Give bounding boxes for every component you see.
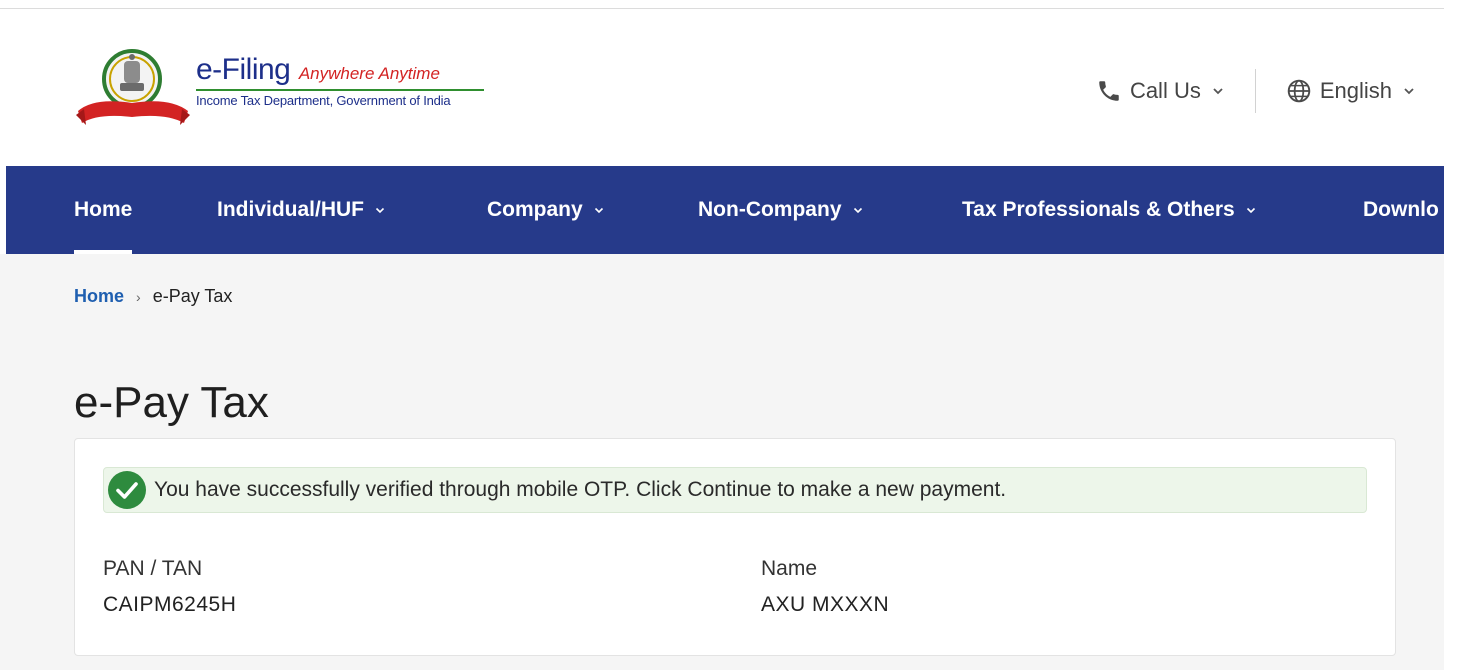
header-divider	[1254, 69, 1256, 113]
main-nav: Home Individual/HUF Company Non-Company …	[6, 166, 1444, 254]
chevron-down-icon	[853, 207, 862, 214]
nav-item-non-company[interactable]: Non-Company	[698, 166, 864, 254]
verification-card: You have successfully verified through m…	[74, 438, 1396, 656]
phone-icon	[1099, 81, 1119, 101]
nav-item-label: Home	[74, 198, 133, 221]
pan-tan-label: PAN / TAN	[103, 557, 203, 580]
chevron-down-icon	[594, 207, 603, 214]
site-logo[interactable]: e-Filing Anywhere Anytime Income Tax Dep…	[74, 45, 494, 129]
nav-item-label: Downlo	[1363, 198, 1439, 221]
brand-subtitle: Income Tax Department, Government of Ind…	[196, 93, 451, 108]
nav-item-home[interactable]: Home	[74, 166, 133, 254]
nav-item-downloads[interactable]: Downlo	[1363, 166, 1439, 254]
nav-item-company[interactable]: Company	[487, 166, 605, 254]
name-value: AXU MXXXN	[761, 593, 890, 616]
page: e-Filing Anywhere Anytime Income Tax Dep…	[0, 0, 1459, 670]
page-title: e-Pay Tax	[74, 378, 269, 427]
breadcrumb-home-link[interactable]: Home	[74, 286, 124, 307]
success-message: You have successfully verified through m…	[154, 478, 1007, 501]
success-alert: You have successfully verified through m…	[103, 467, 1367, 513]
nav-item-label: Tax Professionals & Others	[962, 198, 1235, 221]
nav-item-label: Company	[487, 198, 583, 221]
globe-icon	[1287, 79, 1311, 103]
chevron-right-icon: ›	[136, 288, 141, 305]
chevron-down-icon	[375, 207, 385, 214]
chevron-down-icon	[1246, 207, 1255, 214]
brand-underline	[196, 89, 484, 91]
pan-tan-field: PAN / TAN CAIPM6245H	[103, 557, 236, 617]
brand-block: e-Filing Anywhere Anytime Income Tax Dep…	[196, 53, 484, 108]
call-us-button[interactable]: Call Us	[1096, 78, 1225, 104]
language-selector[interactable]: English	[1286, 78, 1416, 104]
nav-item-individual-huf[interactable]: Individual/HUF	[217, 166, 386, 254]
call-us-label: Call Us	[1129, 78, 1201, 103]
name-field: Name AXU MXXXN	[761, 557, 889, 617]
income-tax-emblem-icon	[76, 49, 190, 125]
breadcrumb-current: e-Pay Tax	[152, 286, 233, 306]
nav-item-label: Non-Company	[698, 198, 842, 221]
language-label: English	[1319, 78, 1392, 103]
brand-name: e-Filing	[196, 53, 291, 86]
nav-item-tax-professionals[interactable]: Tax Professionals & Others	[962, 166, 1257, 254]
name-label: Name	[761, 557, 818, 580]
nav-item-label: Individual/HUF	[217, 198, 364, 221]
breadcrumb: Home › e-Pay Tax	[74, 286, 232, 307]
chevron-down-icon	[1213, 88, 1223, 95]
chevron-down-icon	[1404, 88, 1414, 95]
site-header: e-Filing Anywhere Anytime Income Tax Dep…	[0, 9, 1444, 166]
pan-tan-value: CAIPM6245H	[103, 593, 237, 616]
brand-tagline: Anywhere Anytime	[298, 64, 440, 83]
header-actions: Call Us English	[1096, 69, 1416, 113]
check-circle-icon	[108, 471, 146, 509]
